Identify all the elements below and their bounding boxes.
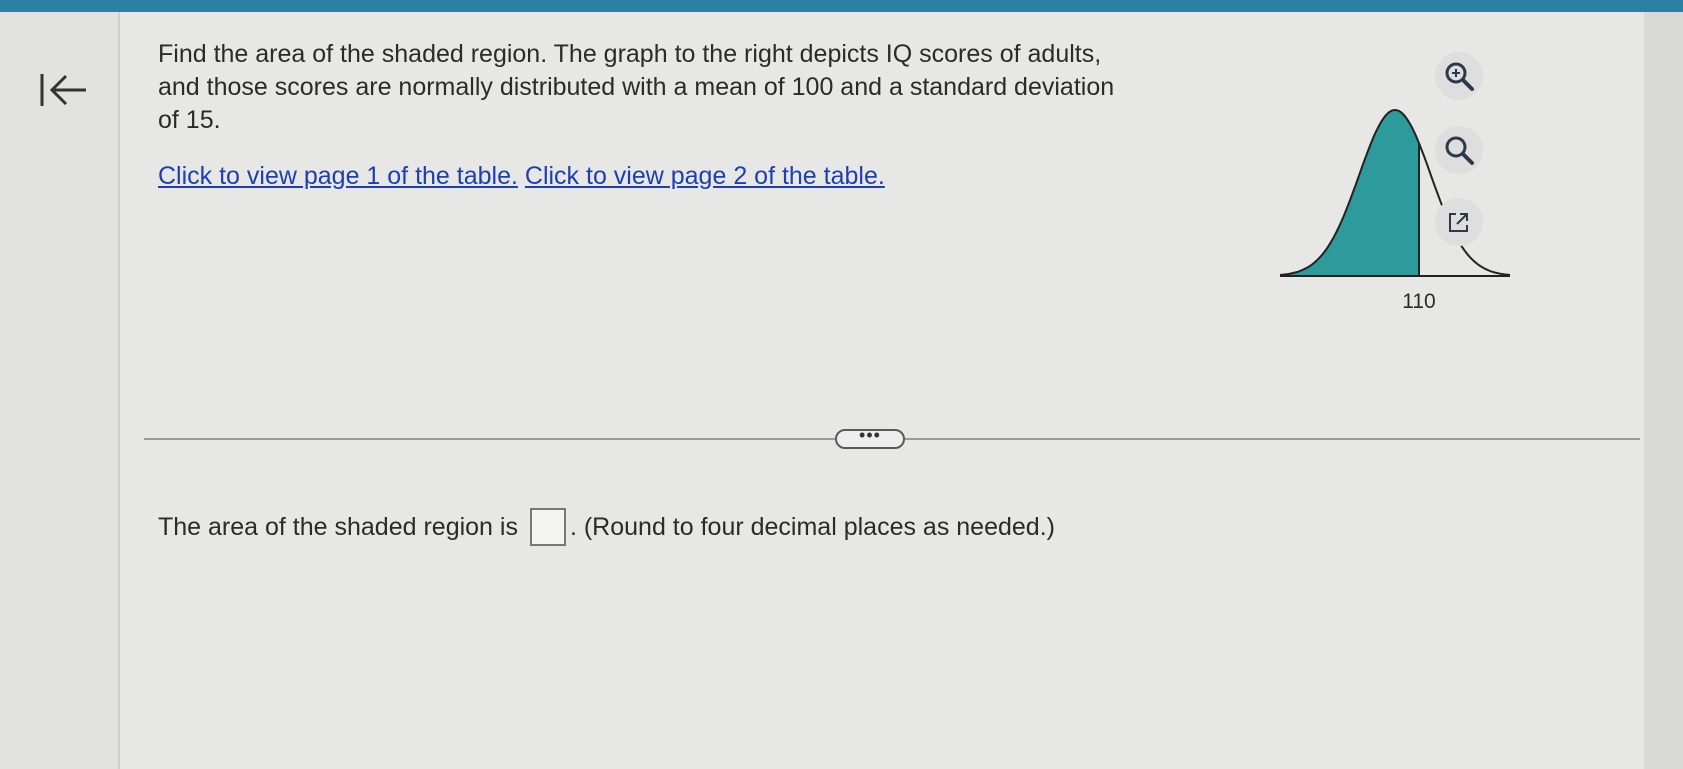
x-marker-label: 110 xyxy=(1402,290,1435,313)
answer-prefix: The area of the shaded region is xyxy=(158,512,518,541)
question-content: Find the area of the shaded region. The … xyxy=(120,12,1644,769)
expand-more-button[interactable]: ••• xyxy=(835,426,905,449)
zoom-in-button[interactable] xyxy=(1435,52,1483,100)
top-accent-bar xyxy=(0,0,1683,12)
left-nav-panel xyxy=(0,12,120,769)
table-links: Click to view page 1 of the table. Click… xyxy=(158,162,885,191)
open-in-new-window-button[interactable] xyxy=(1435,198,1483,246)
view-table-page-1-link[interactable]: Click to view page 1 of the table. xyxy=(158,162,518,190)
answer-row: The area of the shaded region is . (Roun… xyxy=(158,508,1055,546)
zoom-out-button[interactable] xyxy=(1435,126,1483,174)
view-table-page-2-link[interactable]: Click to view page 2 of the table. xyxy=(525,162,885,190)
right-edge-strip xyxy=(1644,12,1683,769)
shaded-region xyxy=(1280,110,1419,276)
question-text: Find the area of the shaded region. The … xyxy=(158,40,1115,134)
answer-suffix: . (Round to four decimal places as neede… xyxy=(569,512,1055,541)
zoom-out-icon xyxy=(1445,136,1474,165)
zoom-in-icon xyxy=(1445,62,1474,91)
external-link-icon xyxy=(1449,213,1468,232)
back-to-start-button[interactable] xyxy=(38,70,98,114)
arrow-left-to-bar-icon xyxy=(40,74,86,106)
answer-input[interactable] xyxy=(529,508,566,546)
